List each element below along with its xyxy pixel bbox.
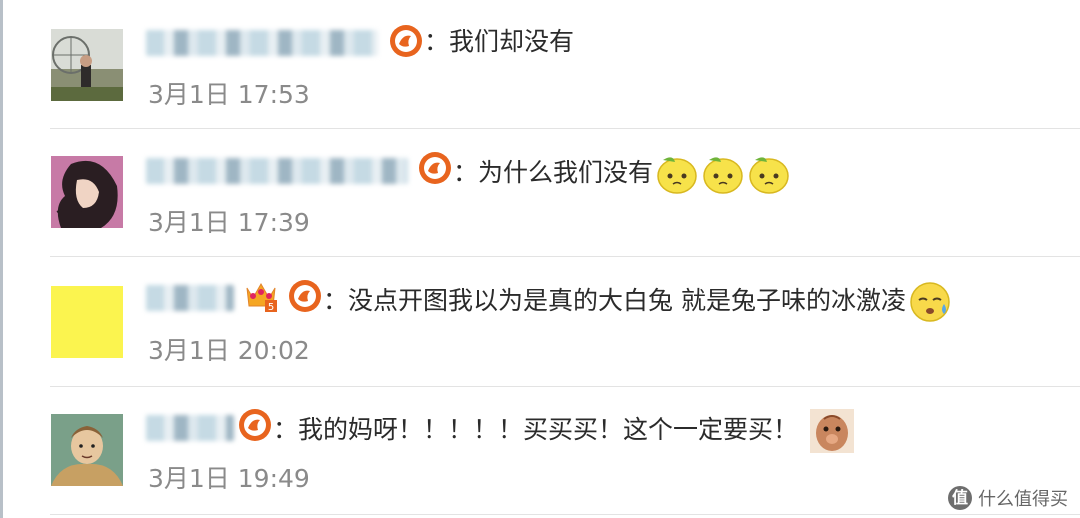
comment-item-4: ：我的妈呀！！！！！买买买！这个一定要买！ 3月1日 19:49 [0,386,1080,514]
username-blurred[interactable] [146,285,234,311]
lemon-emoji-icon [747,152,791,196]
sweat-emoji-icon [908,280,952,324]
comment-text: ：我的妈呀！！！！！买买买！这个一定要买！ [273,409,855,453]
separator: ： [453,158,479,187]
vip-crown-icon: 5 [243,278,277,313]
lemon-emoji-icon [655,152,699,196]
weibo-badge-icon [238,408,272,442]
weibo-badge-icon [418,151,452,185]
avatar[interactable] [51,414,123,486]
username-blurred[interactable] [146,415,234,441]
doge-emoji-icon [810,409,855,453]
comment-time: 3月1日 20:02 [148,336,310,365]
watermark-text: 什么值得买 [978,489,1068,510]
username-blurred[interactable] [146,158,408,184]
comment-text: ：我们却没有 [424,27,575,56]
divider [50,514,1080,515]
comment-item-1: ：我们却没有 3月1日 17:53 [0,0,1080,128]
avatar[interactable] [51,29,123,101]
weibo-badge-icon [288,279,322,313]
comment-text: ：为什么我们没有 [453,152,791,196]
separator: ： [273,415,299,444]
separator: ： [424,27,450,56]
avatar[interactable] [51,286,123,358]
comment-time: 3月1日 17:39 [148,208,310,237]
comment-time: 3月1日 19:49 [148,464,310,493]
comment-item-2: ：为什么我们没有 3月1日 17:39 [0,128,1080,256]
lemon-emoji-icon [701,152,745,196]
username-blurred[interactable] [146,30,378,56]
smzdm-logo-icon: 值 [948,486,972,510]
weibo-badge-icon [389,24,423,58]
comment-item-3: 5 ：没点开图我以为是真的大白兔 就是兔子味的冰激凌 3月1日 20:02 [0,256,1080,384]
comment-time: 3月1日 17:53 [148,80,310,109]
avatar[interactable] [51,156,123,228]
separator: ： [323,286,349,315]
watermark: 值 什么值得买 [948,484,1068,512]
comment-text: ：没点开图我以为是真的大白兔 就是兔子味的冰激凌 [323,280,952,324]
svg-text:5: 5 [268,302,274,313]
